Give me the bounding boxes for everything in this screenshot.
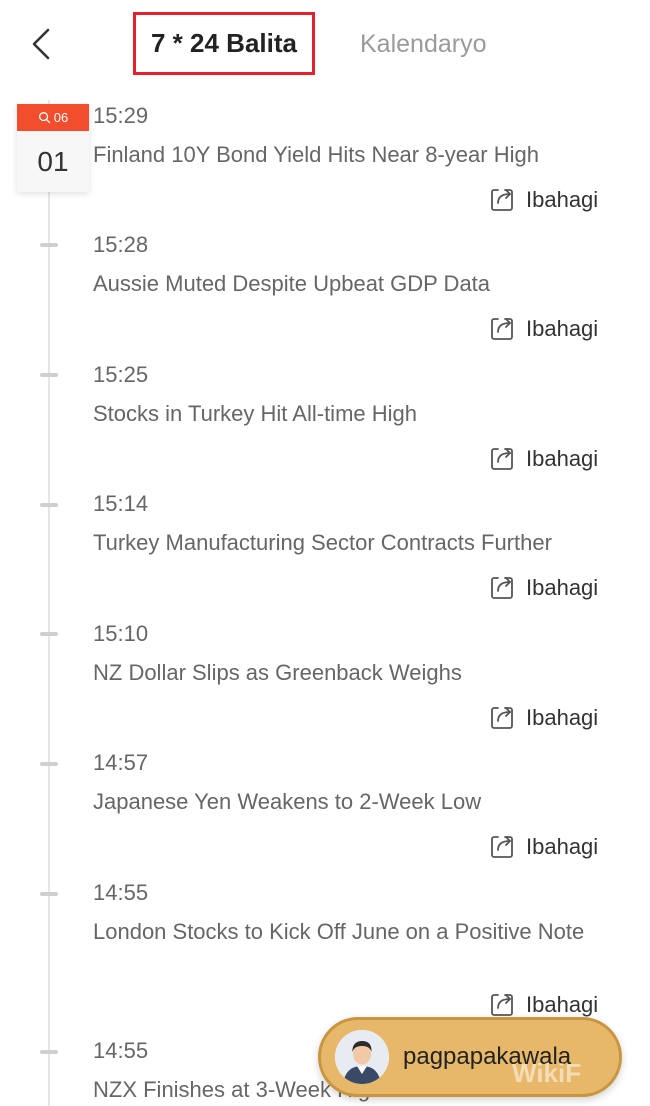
news-title[interactable]: NZ Dollar Slips as Greenback Weighs (93, 658, 613, 687)
share-icon (491, 189, 513, 211)
news-title[interactable]: Japanese Yen Weakens to 2-Week Low (93, 787, 613, 816)
share-icon (491, 577, 513, 599)
tab-news[interactable]: 7 * 24 Balita (133, 12, 315, 75)
share-icon (491, 318, 513, 340)
news-title[interactable]: Turkey Manufacturing Sector Contracts Fu… (93, 528, 613, 557)
share-button[interactable]: Ibahagi (488, 444, 598, 474)
timeline-tick (40, 1050, 58, 1054)
news-time: 15:28 (93, 232, 149, 257)
news-time: 15:25 (93, 362, 149, 387)
share-label: Ibahagi (526, 316, 599, 341)
share-label: Ibahagi (526, 446, 599, 471)
timeline-tick (40, 373, 58, 377)
share-label: Ibahagi (526, 834, 599, 859)
news-title[interactable]: Aussie Muted Despite Upbeat GDP Data (93, 269, 613, 298)
news-title[interactable]: Finland 10Y Bond Yield Hits Near 8-year … (93, 140, 613, 169)
share-label: Ibahagi (526, 992, 599, 1017)
share-button[interactable]: Ibahagi (488, 990, 598, 1020)
news-time: 15:14 (93, 491, 149, 516)
share-button[interactable]: Ibahagi (488, 703, 598, 733)
share-label: Ibahagi (526, 705, 599, 730)
news-title[interactable]: London Stocks to Kick Off June on a Posi… (93, 917, 613, 946)
avatar (335, 1030, 389, 1084)
news-time: 15:10 (93, 621, 149, 646)
share-label: Ibahagi (526, 187, 599, 212)
search-icon (38, 112, 51, 124)
share-icon (491, 994, 513, 1016)
news-time: 15:29 (93, 103, 149, 128)
share-button[interactable]: Ibahagi (488, 573, 598, 603)
back-button[interactable] (24, 22, 60, 66)
share-button[interactable]: Ibahagi (488, 832, 598, 862)
share-icon (491, 707, 513, 729)
share-label: Ibahagi (526, 575, 599, 600)
timeline-tick (40, 243, 58, 247)
avatar-icon (335, 1030, 389, 1084)
date-badge-day: 01 (37, 145, 69, 177)
news-time: 14:55 (93, 1038, 149, 1063)
chevron-left-icon (32, 28, 50, 60)
release-floating-button[interactable]: pagpapakawala (318, 1017, 622, 1097)
timeline-tick (40, 762, 58, 766)
timeline-tick (40, 892, 58, 896)
timeline-tick (40, 503, 58, 507)
share-button[interactable]: Ibahagi (488, 185, 598, 215)
date-badge: 06 01 (17, 104, 89, 192)
share-icon (491, 448, 513, 470)
news-time: 14:55 (93, 880, 149, 905)
timeline-line (48, 100, 50, 1106)
date-badge-month-label: 06 (53, 110, 69, 125)
share-icon (491, 836, 513, 858)
news-title[interactable]: Stocks in Turkey Hit All-time High (93, 399, 613, 428)
header: 7 * 24 Balita Kalendaryo (0, 0, 650, 88)
date-badge-month: 06 (17, 104, 89, 131)
tab-calendar[interactable]: Kalendaryo (360, 24, 486, 64)
release-button-label: pagpapakawala (403, 1043, 572, 1070)
timeline-tick (40, 632, 58, 636)
news-time: 14:57 (93, 750, 149, 775)
share-button[interactable]: Ibahagi (488, 314, 598, 344)
